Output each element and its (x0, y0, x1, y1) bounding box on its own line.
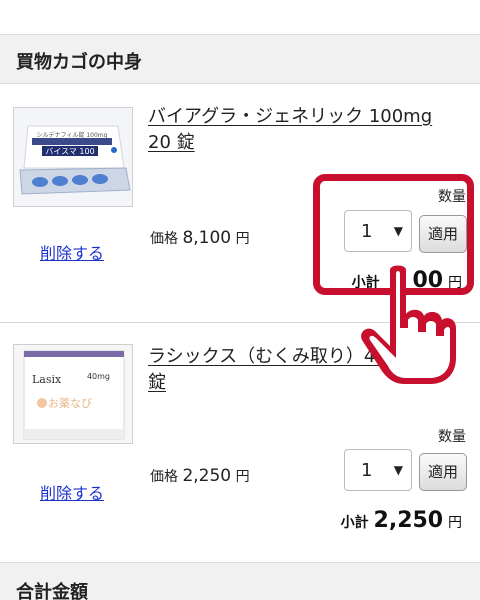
yen-unit: 円 (235, 231, 250, 247)
total-title: 合計金額 (16, 582, 88, 600)
yen-unit: 円 (448, 515, 462, 531)
total-header: 合計金額 (0, 562, 480, 600)
svg-text:40mg: 40mg (87, 372, 110, 381)
subtotal-label: 小計 (340, 515, 369, 531)
price-label: 価格 (150, 469, 178, 485)
price-2: 価格 2,250 円 (150, 466, 250, 486)
subtotal-2: 小計 2,250 円 (341, 508, 462, 533)
quantity-label-2: 数量 (438, 429, 466, 445)
quantity-select-2[interactable]: 1 ▼ (344, 449, 412, 491)
delete-link-2[interactable]: 削除する (40, 480, 104, 504)
svg-text:バイスマ 100: バイスマ 100 (45, 147, 94, 156)
cart-title: 買物カゴの中身 (16, 52, 142, 73)
price-value: 8,100 (182, 228, 232, 248)
pointing-hand-icon (354, 262, 458, 390)
svg-text:お薬なび: お薬なび (48, 397, 92, 410)
apply-button-2[interactable]: 適用 (419, 453, 467, 491)
cart-header: 買物カゴの中身 (0, 34, 480, 84)
price-value: 2,250 (182, 466, 232, 486)
svg-text:Lasix: Lasix (32, 373, 62, 386)
quantity-value: 1 (361, 460, 373, 481)
product-name-link-1[interactable]: バイアグラ・ジェネリック 100mg 20 錠 (148, 104, 448, 156)
delete-link-1[interactable]: 削除する (40, 240, 104, 264)
subtotal-value: 2,250 (373, 508, 444, 533)
dropdown-arrow-icon: ▼ (393, 463, 403, 477)
product-thumbnail-1[interactable]: シルデナフィル錠 100mg バイスマ 100 (13, 107, 133, 207)
yen-unit: 円 (235, 469, 250, 485)
product-thumbnail-2[interactable]: Lasix 40mg お薬なび (13, 344, 133, 444)
svg-text:シルデナフィル錠 100mg: シルデナフィル錠 100mg (37, 131, 108, 139)
price-label: 価格 (150, 231, 178, 247)
price-1: 価格 8,100 円 (150, 228, 250, 248)
